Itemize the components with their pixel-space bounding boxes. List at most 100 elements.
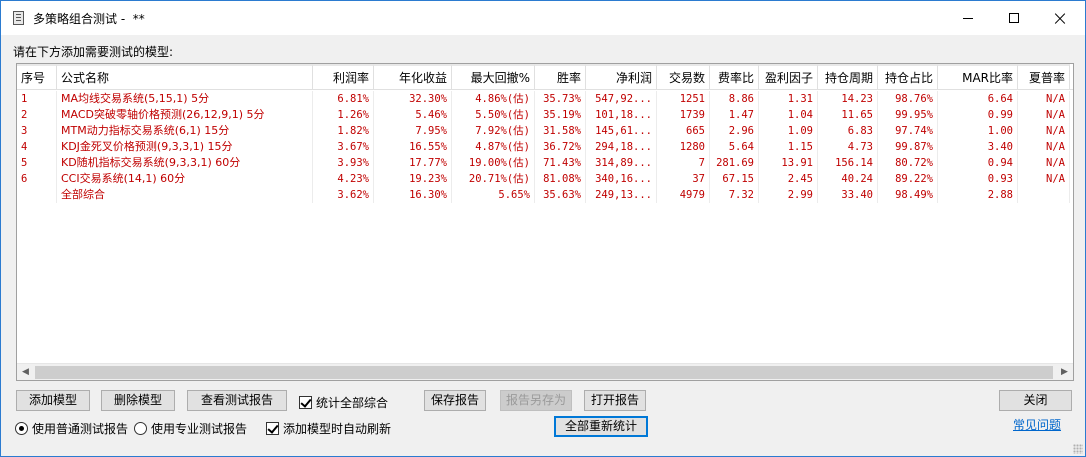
normal-report-radio[interactable]: 使用普通测试报告 — [15, 420, 128, 437]
cell-hold-ratio: 97.74% — [878, 123, 938, 139]
minimize-button[interactable] — [945, 1, 991, 35]
column-header-name[interactable]: 公式名称 — [57, 64, 313, 90]
close-window-button[interactable]: × — [1037, 1, 1083, 35]
checkbox-box[interactable] — [266, 422, 279, 435]
cell-name: KDJ金死叉价格预测(9,3,3,1) 15分 — [57, 139, 313, 155]
cell-win-rate: 35.19% — [535, 107, 586, 123]
cell-profit-factor: 13.91 — [759, 155, 818, 171]
cell-mar: 2.88 — [938, 187, 1018, 203]
cell-mar: 6.64 — [938, 91, 1018, 107]
pro-report-label: 使用专业测试报告 — [151, 422, 248, 436]
scroll-left-arrow-icon[interactable]: ◀ — [17, 364, 34, 381]
cell-mar: 0.93 — [938, 171, 1018, 187]
column-header-hold-ratio[interactable]: 持仓占比 — [878, 64, 938, 90]
table-row[interactable]: 全部综合 3.62% 16.30% 5.65% 35.63% 249,13... 4979 7… — [17, 187, 1073, 203]
cell-hold-ratio: 99.87% — [878, 139, 938, 155]
column-header-net-profit[interactable]: 净利润 — [586, 64, 657, 90]
table-row[interactable]: 5 KD随机指标交易系统(9,3,3,1) 60分 3.93% 17.77% 19.00… — [17, 155, 1073, 171]
cell-name: 全部综合 — [57, 187, 313, 203]
auto-refresh-label: 添加模型时自动刷新 — [283, 422, 392, 436]
checkbox-box[interactable] — [299, 396, 312, 409]
cell-hold-period: 6.83 — [818, 123, 878, 139]
cell-sharpe: N/A — [1018, 107, 1070, 123]
scroll-right-arrow-icon[interactable]: ▶ — [1056, 364, 1073, 381]
auto-refresh-checkbox[interactable]: 添加模型时自动刷新 — [266, 420, 391, 437]
cell-max-dd: 5.65% — [452, 187, 535, 203]
cell-profit-factor: 1.31 — [759, 91, 818, 107]
faq-link[interactable]: 常见问题 — [1013, 416, 1061, 433]
recalculate-all-button[interactable]: 全部重新统计 — [554, 416, 648, 437]
table-row[interactable]: 3 MTM动力指标交易系统(6,1) 15分 1.82% 7.95% 7.92%(估) 3… — [17, 123, 1073, 139]
cell-fee-ratio: 7.32 — [710, 187, 759, 203]
close-icon: × — [1051, 6, 1069, 30]
scrollbar-thumb[interactable] — [35, 366, 1053, 379]
cell-profit-rate: 3.67% — [313, 139, 374, 155]
column-header-profit-factor[interactable]: 盈利因子 — [759, 64, 818, 90]
delete-model-button[interactable]: 删除模型 — [101, 390, 175, 411]
cell-sharpe: N/A — [1018, 91, 1070, 107]
cell-profit-rate: 3.62% — [313, 187, 374, 203]
cell-name: CCI交易系统(14,1) 60分 — [57, 171, 313, 187]
cell-profit-rate: 6.81% — [313, 91, 374, 107]
title-bar[interactable]: 多策略组合测试 - ** × — [1, 1, 1085, 35]
cell-profit-rate: 1.82% — [313, 123, 374, 139]
column-header-mar[interactable]: MAR比率 — [938, 64, 1018, 90]
cell-name: KD随机指标交易系统(9,3,3,1) 60分 — [57, 155, 313, 171]
column-header-profit-rate[interactable]: 利润率 — [313, 64, 374, 90]
cell-max-dd: 7.92%(估) — [452, 123, 535, 139]
cell-hold-ratio: 98.49% — [878, 187, 938, 203]
cell-net-profit: 145,61... — [586, 123, 657, 139]
cell-hold-ratio: 80.72% — [878, 155, 938, 171]
cell-fee-ratio: 281.69 — [710, 155, 759, 171]
resize-grip-icon[interactable] — [1073, 444, 1083, 454]
cell-hold-ratio: 99.95% — [878, 107, 938, 123]
cell-annual: 7.95% — [374, 123, 452, 139]
column-header-trades[interactable]: 交易数 — [657, 64, 710, 90]
close-button[interactable]: 关闭 — [999, 390, 1072, 411]
column-header-fee-ratio[interactable]: 费率比 — [710, 64, 759, 90]
column-header-hold-period[interactable]: 持仓周期 — [818, 64, 878, 90]
cell-win-rate: 71.43% — [535, 155, 586, 171]
view-report-button[interactable]: 查看测试报告 — [187, 390, 287, 411]
cell-sharpe: N/A — [1018, 123, 1070, 139]
cell-max-dd: 20.71%(估) — [452, 171, 535, 187]
app-document-icon — [13, 11, 24, 25]
table-row[interactable]: 4 KDJ金死叉价格预测(9,3,3,1) 15分 3.67% 16.55% 4.87%… — [17, 139, 1073, 155]
cell-max-dd: 4.87%(估) — [452, 139, 535, 155]
cell-annual: 17.77% — [374, 155, 452, 171]
horizontal-scrollbar[interactable]: ◀ ▶ — [17, 363, 1073, 380]
radio-circle[interactable] — [15, 422, 28, 435]
results-grid[interactable]: 序号 公式名称 利润率 年化收益 最大回撤% 胜率 净利润 交易数 费率比 盈利因子 持仓周期 持仓占… — [16, 63, 1074, 381]
stat-all-checkbox[interactable]: 统计全部综合 — [299, 394, 388, 411]
cell-idx: 6 — [17, 171, 57, 187]
cell-idx: 5 — [17, 155, 57, 171]
cell-profit-factor: 1.09 — [759, 123, 818, 139]
cell-mar: 0.94 — [938, 155, 1018, 171]
cell-annual: 16.55% — [374, 139, 452, 155]
cell-mar: 3.40 — [938, 139, 1018, 155]
open-report-button[interactable]: 打开报告 — [584, 390, 646, 411]
cell-annual: 32.30% — [374, 91, 452, 107]
save-report-button[interactable]: 保存报告 — [424, 390, 486, 411]
table-row[interactable]: 1 MA均线交易系统(5,15,1) 5分 6.81% 32.30% 4.86%(估) 3… — [17, 91, 1073, 107]
cell-fee-ratio: 67.15 — [710, 171, 759, 187]
cell-idx: 3 — [17, 123, 57, 139]
cell-net-profit: 547,92... — [586, 91, 657, 107]
cell-sharpe: N/A — [1018, 139, 1070, 155]
table-row[interactable]: 6 CCI交易系统(14,1) 60分 4.23% 19.23% 20.71%(估) 81… — [17, 171, 1073, 187]
radio-circle[interactable] — [134, 422, 147, 435]
cell-sharpe — [1018, 187, 1070, 203]
normal-report-label: 使用普通测试报告 — [32, 422, 129, 436]
column-header-idx[interactable]: 序号 — [17, 64, 57, 90]
cell-trades: 1280 — [657, 139, 710, 155]
column-header-max-dd[interactable]: 最大回撤% — [452, 64, 535, 90]
save-report-as-button[interactable]: 报告另存为 — [500, 390, 572, 411]
column-header-win-rate[interactable]: 胜率 — [535, 64, 586, 90]
cell-name: MTM动力指标交易系统(6,1) 15分 — [57, 123, 313, 139]
maximize-button[interactable] — [991, 1, 1037, 35]
column-header-annual[interactable]: 年化收益 — [374, 64, 452, 90]
table-row[interactable]: 2 MACD突破零轴价格预测(26,12,9,1) 5分 1.26% 5.46% 5.5… — [17, 107, 1073, 123]
pro-report-radio[interactable]: 使用专业测试报告 — [134, 420, 247, 437]
add-model-button[interactable]: 添加模型 — [16, 390, 90, 411]
column-header-sharpe[interactable]: 夏普率 — [1018, 64, 1070, 90]
